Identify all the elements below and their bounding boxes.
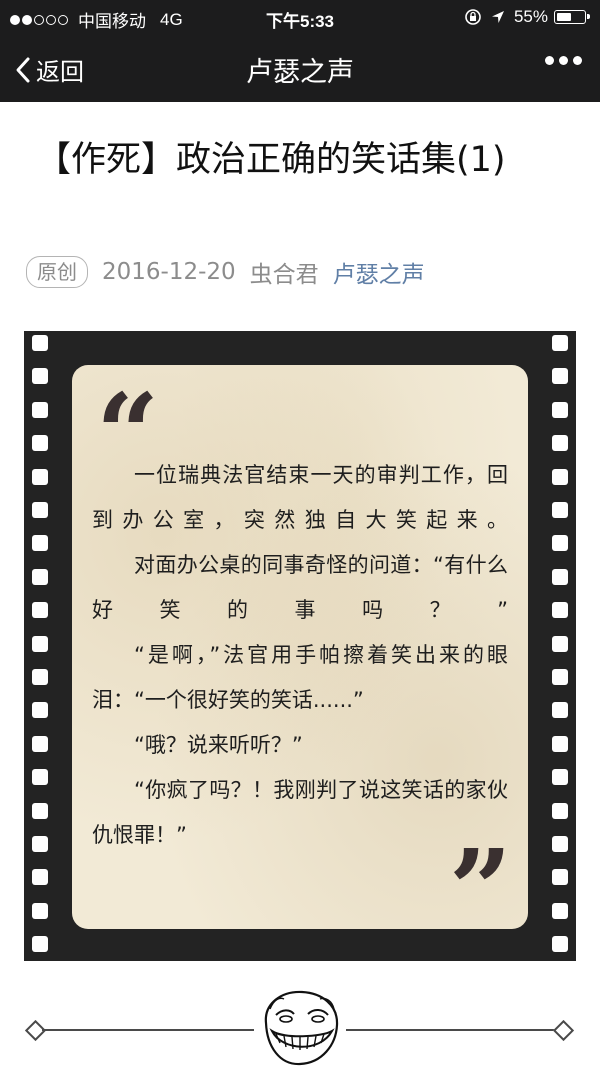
original-badge: 原创 [26, 256, 88, 288]
close-quote-icon: ” [448, 825, 512, 954]
status-bar: 中国移动 4G 下午5:33 55% [0, 0, 600, 34]
publish-date: 2016-12-20 [102, 259, 236, 285]
nav-title: 卢瑟之声 [246, 57, 354, 88]
film-sprocket-hole [552, 635, 568, 652]
film-sprocket-hole [552, 468, 568, 485]
film-sprocket-hole [32, 335, 48, 351]
film-sprocket-hole [32, 568, 48, 585]
film-sprocket-hole [32, 802, 48, 819]
diamond-right-icon [552, 1019, 575, 1042]
film-sprocket-hole [32, 936, 48, 953]
rotation-lock-icon [465, 9, 481, 25]
account-link[interactable]: 卢瑟之声 [333, 255, 425, 289]
film-sprocket-hole [552, 335, 568, 351]
film-sprocket-hole [32, 902, 48, 919]
nav-bar: 返回 卢瑟之声 [0, 34, 600, 102]
troll-face-icon [264, 990, 339, 1066]
story-paragraph: 一位瑞典法官结束一天的审判工作，回到办公室，突然独自大笑起来。 [92, 463, 508, 532]
film-sprocket-hole [552, 602, 568, 619]
divider-line-left [42, 1029, 254, 1031]
film-sprocket-hole [32, 435, 48, 452]
film-sprocket-hole [32, 502, 48, 518]
film-sprocket-hole [552, 435, 568, 452]
film-strip-image: “ 一位瑞典法官结束一天的审判工作，回到办公室，突然独自大笑起来。 对面办公桌的… [24, 331, 576, 961]
film-sprocket-hole [32, 602, 48, 619]
film-sprocket-hole [552, 836, 568, 852]
film-sprocket-hole [552, 702, 568, 719]
section-divider [0, 985, 600, 1067]
article-meta: 原创 2016-12-20 虫合君 卢瑟之声 [26, 255, 425, 289]
more-dots-icon[interactable] [540, 56, 582, 65]
divider-line-right [346, 1029, 556, 1031]
story-paragraph: “是啊，”法官用手帕擦着笑出来的眼泪：“一个很好笑的笑话......” [92, 643, 508, 712]
film-sprocket-hole [32, 769, 48, 786]
battery-percent: 55% [513, 7, 548, 26]
film-sprocket-hole [32, 468, 48, 485]
film-sprocket-hole [552, 401, 568, 418]
film-sprocket-hole [552, 769, 568, 786]
film-sprocket-hole [32, 735, 48, 752]
film-sprocket-hole [32, 401, 48, 418]
film-sprocket-hole [32, 669, 48, 685]
quote-card: “ 一位瑞典法官结束一天的审判工作，回到办公室，突然独自大笑起来。 对面办公桌的… [72, 365, 528, 945]
status-right: 55% [464, 7, 590, 27]
article-title: 【作死】政治正确的笑话集(1) [36, 140, 506, 180]
story-paragraph: “你疯了吗？！我刚判了说这笑话的家伙仇恨罪！” [92, 778, 508, 847]
story-paragraph: 对面办公桌的同事奇怪的问道：“有什么好笑的事吗？” [92, 553, 508, 622]
film-sprocket-hole [32, 702, 48, 719]
film-sprocket-hole [32, 869, 48, 886]
film-sprocket-hole [552, 902, 568, 919]
film-sprocket-hole [32, 368, 48, 385]
joke-text: 一位瑞典法官结束一天的审判工作，回到办公室，突然独自大笑起来。 对面办公桌的同事… [92, 453, 508, 858]
film-sprocket-hole [552, 735, 568, 752]
film-sprocket-hole [552, 936, 568, 953]
author-name: 虫合君 [249, 262, 319, 288]
film-sprocket-hole [552, 535, 568, 552]
film-sprocket-hole [552, 568, 568, 585]
story-paragraph: “哦？说来听听？” [134, 733, 303, 757]
location-arrow-icon [491, 11, 504, 23]
battery-icon [554, 10, 590, 24]
film-sprocket-hole [552, 502, 568, 518]
film-sprocket-hole [32, 535, 48, 552]
film-sprocket-hole [552, 368, 568, 385]
film-sprocket-hole [552, 669, 568, 685]
film-sprocket-hole [552, 869, 568, 886]
film-sprocket-hole [552, 802, 568, 819]
film-sprocket-hole [32, 836, 48, 852]
film-sprocket-hole [32, 635, 48, 652]
